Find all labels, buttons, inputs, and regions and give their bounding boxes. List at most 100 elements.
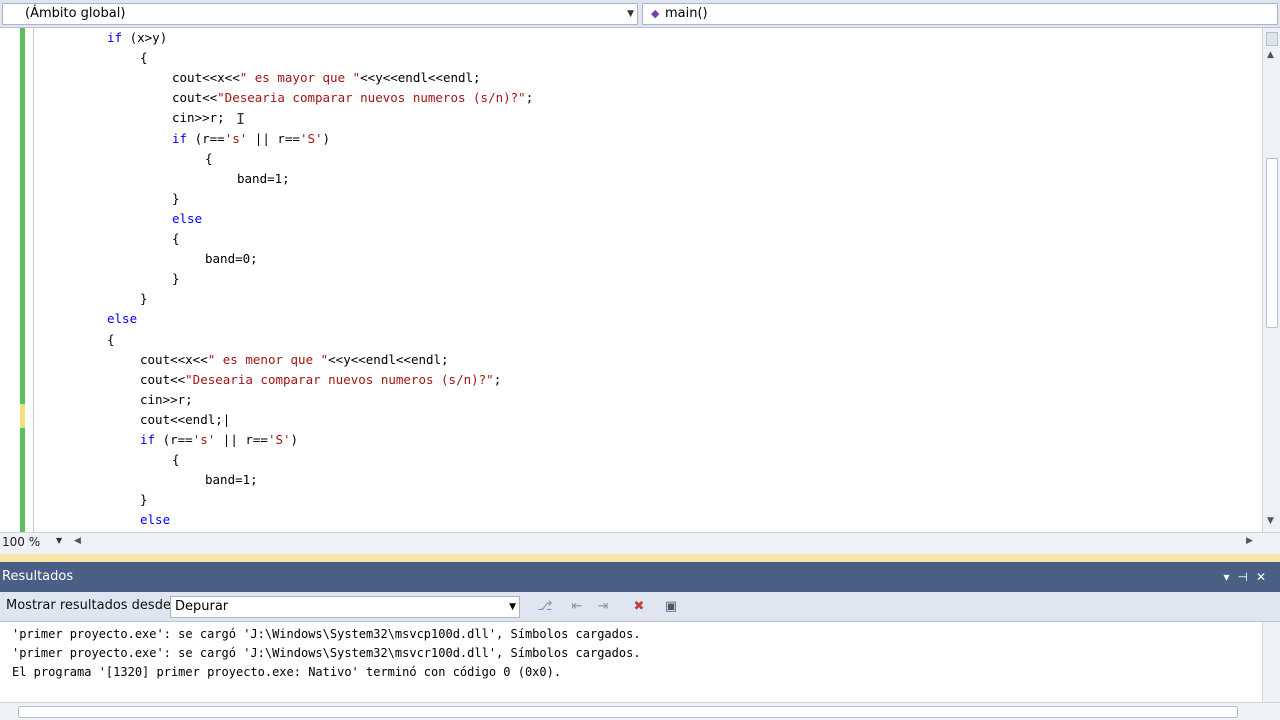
string-token: 'S' — [299, 130, 323, 146]
results-output[interactable]: 'primer proyecto.exe': se cargó 'J:\Wind… — [0, 622, 1262, 702]
zoom-dropdown-icon[interactable]: ▼ — [56, 536, 62, 545]
results-vertical-scrollbar[interactable] — [1262, 622, 1280, 702]
unsaved-change-marker — [20, 404, 25, 428]
output-line: 'primer proyecto.exe': se cargó 'J:\Wind… — [12, 646, 641, 660]
code-token: { — [172, 452, 180, 468]
scroll-thumb[interactable] — [18, 706, 1238, 718]
show-from-select[interactable]: Depurar ▼ — [170, 596, 520, 618]
code-line: } — [140, 289, 148, 309]
code-token: { — [172, 231, 180, 246]
member-dropdown[interactable]: ◆ main() — [642, 3, 1278, 25]
code-token: { — [140, 50, 148, 66]
code-line: band=1; — [237, 169, 290, 189]
output-line: 'primer proyecto.exe': se cargó 'J:\Wind… — [12, 627, 641, 641]
string-token: "Desearia comparar nuevos numeros (s/n)?… — [217, 90, 526, 106]
text-cursor-icon: I — [236, 110, 246, 128]
show-from-label: Mostrar resultados desde: — [6, 598, 176, 613]
code-line: if (x>y) — [107, 28, 167, 48]
code-token: || r== — [215, 432, 268, 447]
keyword-token: if — [140, 432, 156, 447]
keyword-token: else — [140, 512, 171, 528]
scroll-up-icon[interactable]: ▲ — [1267, 50, 1274, 60]
keyword-token: else — [172, 210, 203, 226]
close-icon[interactable]: ✕ — [1256, 570, 1274, 584]
code-token: band=1; — [237, 170, 290, 186]
outlining-margin — [33, 28, 34, 532]
code-line: cin>>r; — [172, 108, 225, 128]
string-token: " es mayor que " — [239, 70, 361, 86]
string-token: " es menor que " — [207, 351, 329, 367]
code-token: band=0; — [205, 251, 258, 267]
code-token: ) — [322, 130, 331, 146]
code-token: cout<< — [172, 90, 218, 106]
code-line: { — [107, 330, 115, 350]
code-line: cout<<"Desearia comparar nuevos numeros … — [140, 370, 501, 390]
scroll-right-icon[interactable]: ▶ — [1246, 536, 1253, 546]
code-token: cout<<endl;| — [140, 411, 231, 427]
code-token: cin>>r; — [172, 110, 225, 126]
code-token: } — [140, 492, 148, 508]
editor-vertical-scrollbar[interactable]: ▲ ▼ — [1262, 28, 1280, 532]
previous-message-icon[interactable]: ⇤ — [568, 598, 586, 616]
code-line: { — [172, 450, 180, 470]
editor-horizontal-bar: 100 % ▼ ◀ ▶ — [0, 532, 1280, 554]
code-line: else — [140, 510, 170, 530]
code-token: ; — [525, 90, 534, 106]
scroll-left-icon[interactable]: ◀ — [74, 536, 81, 546]
code-line: cin>>r; — [140, 390, 193, 410]
code-line: if (r=='s' || r=='S') — [172, 129, 330, 149]
keyword-token: if — [172, 130, 188, 146]
scroll-thumb[interactable] — [1266, 158, 1278, 328]
code-token: cout<<x<< — [172, 70, 240, 86]
scope-label: (Ámbito global) — [25, 6, 126, 21]
code-token: } — [172, 271, 180, 287]
method-icon: ◆ — [651, 7, 660, 20]
code-token: || r== — [247, 130, 300, 146]
code-line: cout<<"Desearia comparar nuevos numeros … — [172, 88, 533, 108]
code-line: } — [140, 490, 148, 510]
pin-icon[interactable]: ⊣ — [1237, 570, 1255, 584]
keyword-token: if — [107, 30, 123, 45]
code-token: <<y<<endl<<endl; — [360, 70, 481, 86]
scroll-down-icon[interactable]: ▼ — [1267, 516, 1274, 526]
window-position-icon[interactable]: ▾ — [1223, 570, 1237, 584]
code-line: band=0; — [205, 249, 258, 269]
next-message-icon[interactable]: ⇥ — [594, 598, 612, 616]
code-token: (r== — [187, 130, 225, 146]
code-line: else — [172, 209, 202, 229]
string-token: "Desearia comparar nuevos numeros (s/n)?… — [185, 371, 494, 387]
scope-dropdown[interactable]: (Ámbito global) ▼ — [2, 3, 638, 25]
word-wrap-icon[interactable]: ▣ — [662, 598, 680, 616]
code-editor[interactable]: if (x>y) { cout<<x<<" es mayor que "<<y<<e… — [0, 28, 1262, 532]
code-token: } — [140, 291, 148, 307]
code-line: { — [205, 149, 213, 169]
code-token: cin>>r; — [140, 391, 193, 407]
code-token: ; — [493, 371, 502, 387]
code-line: { — [172, 229, 180, 249]
splitter-handle[interactable] — [1266, 32, 1278, 46]
navigation-bar: (Ámbito global) ▼ ◆ main() — [0, 0, 1280, 28]
code-token: cout<< — [140, 371, 186, 387]
keyword-token: else — [107, 311, 138, 327]
results-panel-title: Resultados ▾⊣✕ — [0, 562, 1280, 592]
results-title-label: Resultados — [2, 569, 74, 584]
results-horizontal-scrollbar[interactable] — [0, 702, 1280, 720]
code-token: band=1; — [205, 472, 258, 488]
code-line: cout<<endl;| — [140, 410, 230, 430]
show-from-value: Depurar — [175, 599, 229, 614]
panel-splitter[interactable] — [0, 554, 1280, 562]
code-token: } — [172, 190, 180, 206]
chevron-down-icon: ▼ — [509, 602, 516, 612]
code-token: { — [205, 150, 213, 166]
output-line: El programa '[1320] primer proyecto.exe:… — [12, 665, 562, 679]
code-token: (x>y) — [122, 30, 168, 45]
code-line: cout<<x<<" es mayor que "<<y<<endl<<endl… — [172, 68, 481, 88]
results-toolbar: Mostrar resultados desde: Depurar ▼ ⎇ ⇤ … — [0, 592, 1280, 622]
zoom-level[interactable]: 100 % — [2, 535, 40, 549]
go-to-line-icon[interactable]: ⎇ — [536, 598, 554, 616]
code-line: band=1; — [205, 470, 258, 490]
string-token: 'S' — [267, 432, 291, 447]
code-line: if (r=='s' || r=='S') — [140, 430, 298, 450]
clear-all-icon[interactable]: ✖ — [630, 598, 648, 616]
code-token: ) — [290, 432, 299, 447]
